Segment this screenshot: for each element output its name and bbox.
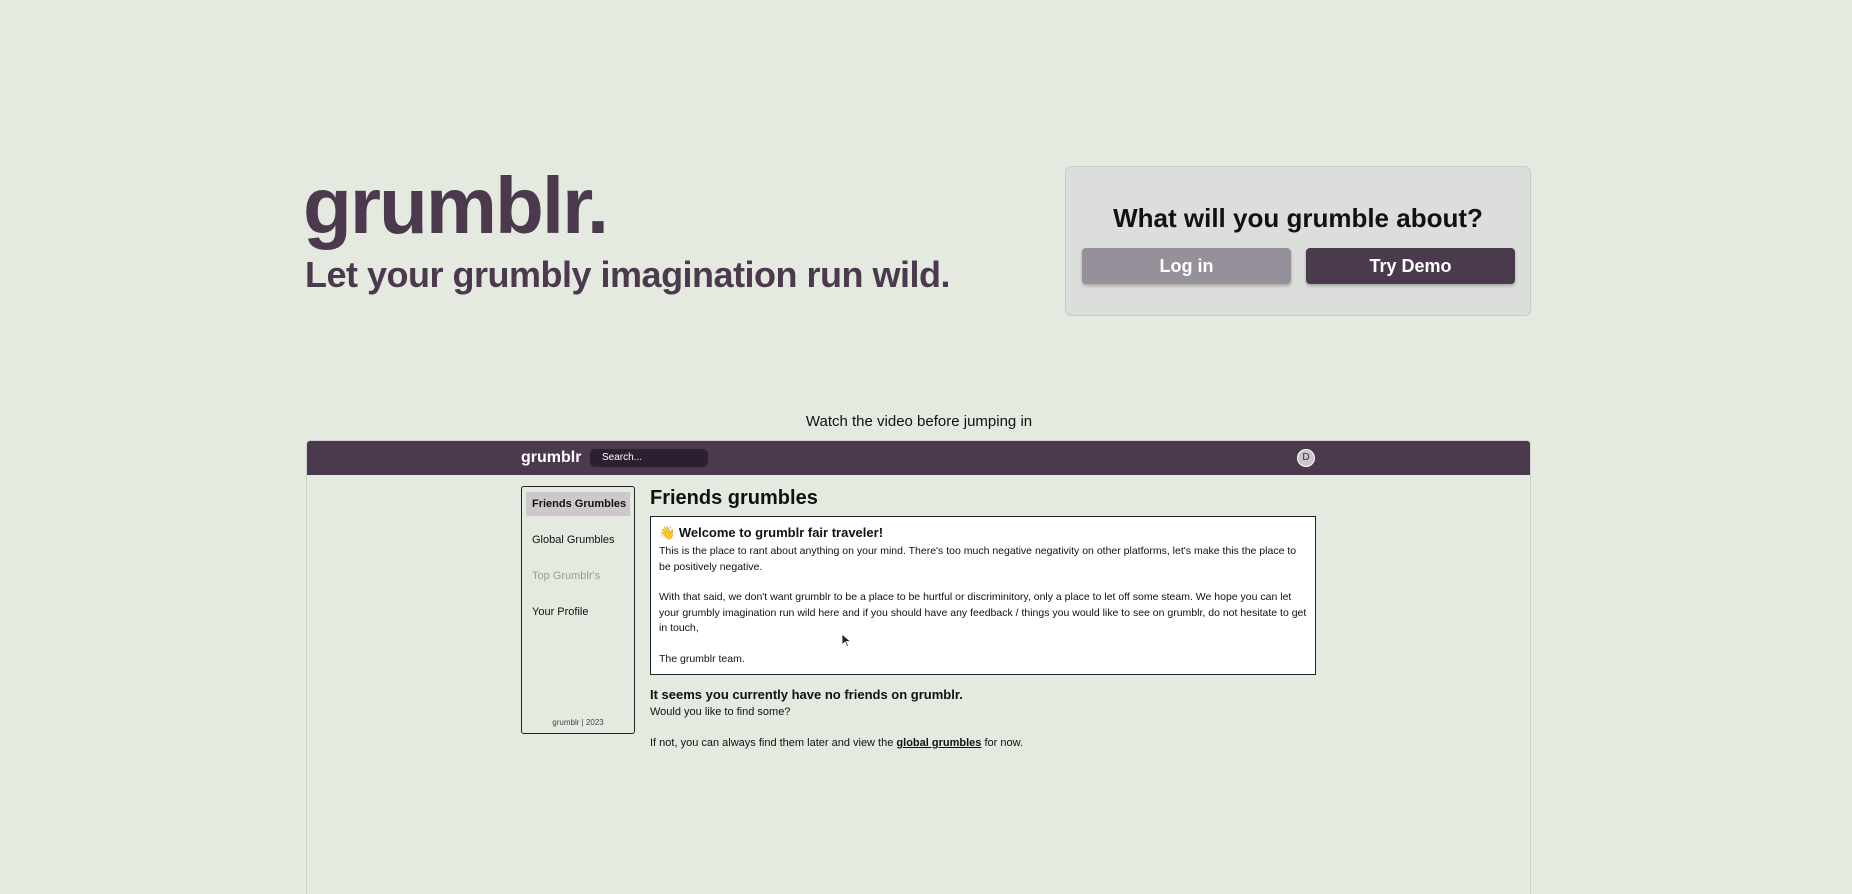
hero-title: grumblr. — [303, 161, 609, 250]
demo-video[interactable]: grumblr Search... D Friends Grumbles Glo… — [306, 440, 1531, 894]
welcome-heading: 👋 Welcome to grumblr fair traveler! — [659, 525, 1307, 541]
no-friends-fallback: If not, you can always find them later a… — [650, 737, 1023, 749]
cta-card: What will you grumble about? Log in Try … — [1065, 166, 1531, 316]
try-demo-button[interactable]: Try Demo — [1306, 248, 1515, 284]
sidebar-item-global-grumbles: Global Grumbles — [532, 534, 615, 546]
fallback-suffix: for now. — [981, 737, 1023, 749]
sidebar-item-friends-grumbles: Friends Grumbles — [526, 492, 630, 516]
app-search-input: Search... — [590, 449, 708, 467]
welcome-paragraph-1: This is the place to rant about anything… — [659, 545, 1297, 573]
app-header: grumblr Search... D — [307, 441, 1530, 475]
no-friends-heading: It seems you currently have no friends o… — [650, 687, 963, 702]
mouse-cursor-icon — [842, 634, 851, 647]
fallback-prefix: If not, you can always find them later a… — [650, 737, 897, 749]
app-sidebar: Friends Grumbles Global Grumbles Top Gru… — [521, 486, 635, 734]
welcome-heading-text: Welcome to grumblr fair traveler! — [678, 525, 884, 540]
hero-subtitle: Let your grumbly imagination run wild. — [305, 254, 951, 295]
welcome-card: 👋 Welcome to grumblr fair traveler! This… — [650, 516, 1316, 675]
welcome-signature: The grumblr team. — [659, 652, 745, 665]
sidebar-item-your-profile: Your Profile — [532, 606, 589, 618]
wave-icon: 👋 — [659, 525, 676, 540]
video-caption: Watch the video before jumping in — [805, 413, 1033, 430]
sidebar-item-top-grumblrs: Top Grumblr's — [532, 570, 601, 582]
welcome-paragraph-2: With that said, we don't want grumblr to… — [659, 591, 1307, 634]
login-button[interactable]: Log in — [1082, 248, 1291, 284]
no-friends-question: Would you like to find some? — [650, 706, 791, 718]
feed-title: Friends grumbles — [650, 487, 818, 509]
avatar: D — [1297, 449, 1315, 467]
cta-title: What will you grumble about? — [1113, 203, 1483, 233]
sidebar-footer: grumblr | 2023 — [552, 718, 604, 727]
global-grumbles-link: global grumbles — [896, 737, 982, 749]
app-logo: grumblr — [521, 449, 582, 466]
